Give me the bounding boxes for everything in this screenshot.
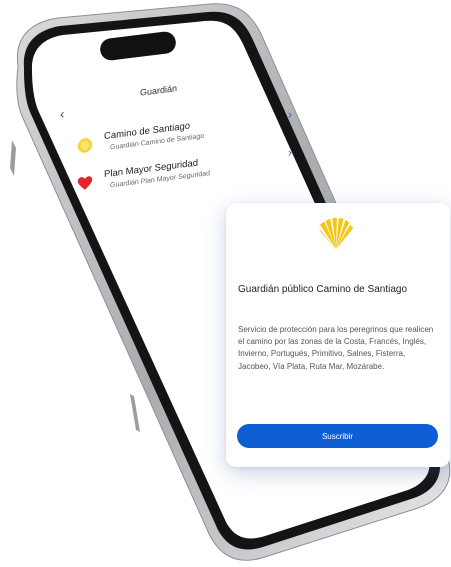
chevron-right-icon: › — [288, 107, 292, 122]
heart-icon — [77, 176, 93, 190]
card-description: Servicio de protección para los peregrin… — [238, 325, 434, 371]
product-mockup: ‹ Guardián Camino de Santiago Guardián C… — [0, 0, 451, 567]
subscribe-button[interactable]: Suscribir — [237, 424, 438, 448]
back-chevron-icon[interactable]: ‹ — [60, 106, 64, 122]
side-button — [130, 394, 140, 432]
camino-shell-icon — [77, 138, 93, 153]
camino-shell-icon — [318, 217, 354, 250]
card-title: Guardián público Camino de Santiago — [238, 284, 407, 295]
screen-title: Guardián — [140, 83, 178, 98]
side-button — [10, 140, 16, 176]
subscription-card: Guardián público Camino de Santiago Serv… — [226, 203, 450, 467]
chevron-right-icon: › — [288, 145, 292, 160]
